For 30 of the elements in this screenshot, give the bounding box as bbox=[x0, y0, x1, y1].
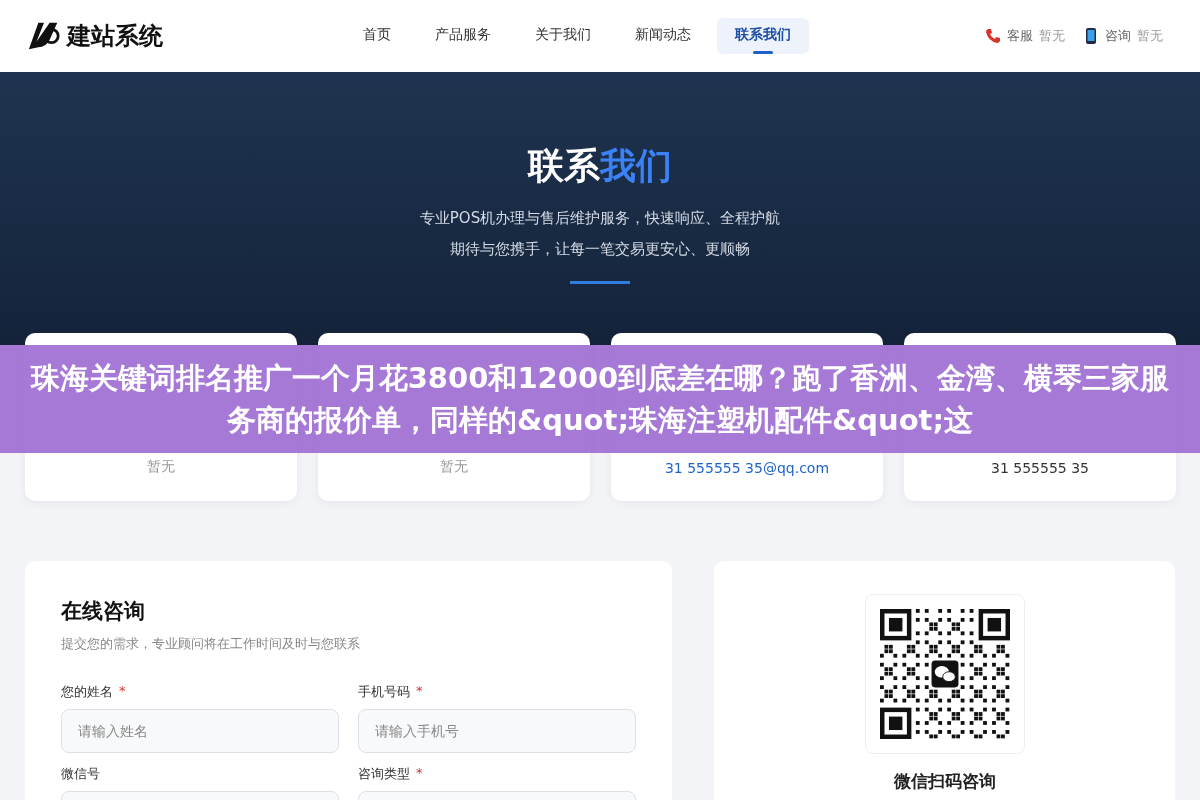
required-mark: * bbox=[119, 683, 126, 700]
required-mark: * bbox=[416, 765, 423, 782]
card-value: 暂无 bbox=[440, 458, 468, 476]
hero-subtitle: 专业POS机办理与售后维护服务，快速响应、全程护航 bbox=[419, 209, 781, 228]
form-title: 在线咨询 bbox=[61, 598, 146, 625]
contact-value: 暂无 bbox=[1039, 27, 1065, 45]
qr-caption: 微信扫码咨询 bbox=[893, 770, 996, 793]
nav-tab[interactable]: 联系我们 bbox=[717, 18, 809, 54]
field-label: 您的姓名 bbox=[61, 683, 113, 701]
contact-value: 暂无 bbox=[1137, 27, 1163, 45]
card-value: 31 555555 35 bbox=[991, 460, 1089, 476]
headline-banner: 珠海关键词排名推广一个月花3800和12000到底差在哪？跑了香洲、金湾、横琴三家服务商的报价单，同样的&quot;珠海注塑机配件&quot;这 bbox=[0, 345, 1200, 453]
card-value: 31 555555 35@qq.com bbox=[664, 460, 830, 476]
hero-subtitle: 期待与您携手，让每一笔交易更安心、更顺畅 bbox=[450, 240, 750, 259]
nav-tab[interactable]: 新闻动态 bbox=[617, 18, 709, 54]
contact-label: 客服 bbox=[1007, 27, 1033, 45]
form-subtitle: 提交您的需求，专业顾问将在工作时间及时与您联系 bbox=[61, 635, 361, 653]
field-label: 手机号码 bbox=[358, 683, 410, 701]
logo-text: 建站系统 bbox=[67, 21, 163, 52]
hero-title: 联系我们 bbox=[528, 144, 672, 188]
card-value: 暂无 bbox=[147, 458, 175, 476]
nav-tab[interactable]: 关于我们 bbox=[517, 18, 609, 54]
contact-label: 咨询 bbox=[1105, 27, 1131, 45]
nav-tab[interactable]: 首页 bbox=[345, 18, 409, 54]
field-label: 微信号 bbox=[61, 765, 100, 783]
input-field[interactable]: 请输入手机号 bbox=[358, 709, 636, 753]
nav-tab[interactable]: 产品服务 bbox=[417, 18, 509, 54]
field-label: 咨询类型 bbox=[358, 765, 410, 783]
required-mark: * bbox=[416, 683, 423, 700]
input-field[interactable]: 请输入姓名 bbox=[61, 709, 339, 753]
